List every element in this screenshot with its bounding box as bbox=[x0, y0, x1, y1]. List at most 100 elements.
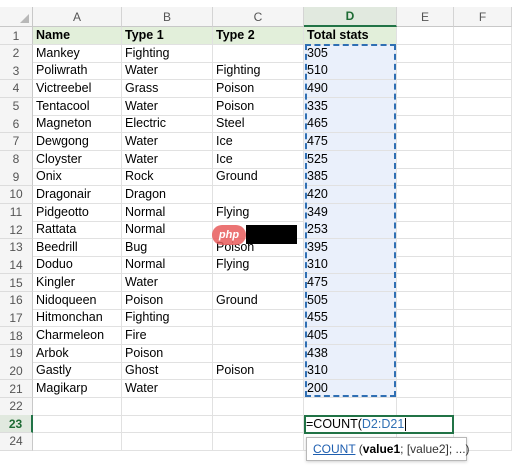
cell-d14[interactable]: 310 bbox=[304, 256, 397, 275]
cell-f14[interactable] bbox=[454, 256, 512, 275]
cell-f22[interactable] bbox=[454, 397, 512, 416]
cell-c2[interactable] bbox=[213, 44, 304, 63]
cell-f2[interactable] bbox=[454, 44, 512, 63]
cell-b3[interactable]: Water bbox=[122, 62, 213, 81]
row-header-24[interactable]: 24 bbox=[0, 432, 33, 451]
cell-c20[interactable]: Poison bbox=[213, 362, 304, 381]
cell-e1[interactable] bbox=[397, 27, 454, 45]
cell-d7[interactable]: 475 bbox=[304, 132, 397, 151]
cell-e2[interactable] bbox=[397, 44, 454, 63]
column-header-e[interactable]: E bbox=[397, 7, 454, 27]
cell-c21[interactable] bbox=[213, 380, 304, 398]
cell-d18[interactable]: 405 bbox=[304, 327, 397, 346]
row-header-1[interactable]: 1 bbox=[0, 27, 33, 45]
cell-c19[interactable] bbox=[213, 344, 304, 363]
row-header-11[interactable]: 11 bbox=[0, 203, 33, 222]
row-header-20[interactable]: 20 bbox=[0, 362, 33, 381]
cell-e17[interactable] bbox=[397, 309, 454, 328]
cell-a24[interactable] bbox=[33, 432, 122, 451]
cell-f21[interactable] bbox=[454, 380, 512, 398]
row-header-13[interactable]: 13 bbox=[0, 238, 33, 257]
cell-d15[interactable]: 475 bbox=[304, 274, 397, 293]
cell-f8[interactable] bbox=[454, 150, 512, 169]
cell-f10[interactable] bbox=[454, 185, 512, 204]
cell-a9[interactable]: Onix bbox=[33, 168, 122, 187]
cell-f18[interactable] bbox=[454, 327, 512, 346]
row-header-21[interactable]: 21 bbox=[0, 380, 33, 398]
cell-d22[interactable] bbox=[304, 397, 397, 416]
cell-b8[interactable]: Water bbox=[122, 150, 213, 169]
cell-e5[interactable] bbox=[397, 97, 454, 116]
cell-d9[interactable]: 385 bbox=[304, 168, 397, 187]
cell-b14[interactable]: Normal bbox=[122, 256, 213, 275]
row-header-3[interactable]: 3 bbox=[0, 62, 33, 81]
cell-b10[interactable]: Dragon bbox=[122, 185, 213, 204]
cell-c1[interactable]: Type 2 bbox=[213, 27, 304, 45]
cell-a2[interactable]: Mankey bbox=[33, 44, 122, 63]
row-header-7[interactable]: 7 bbox=[0, 132, 33, 151]
cell-a14[interactable]: Doduo bbox=[33, 256, 122, 275]
cell-e15[interactable] bbox=[397, 274, 454, 293]
cell-b4[interactable]: Grass bbox=[122, 79, 213, 98]
cell-e12[interactable] bbox=[397, 221, 454, 240]
cell-b20[interactable]: Ghost bbox=[122, 362, 213, 381]
cell-c14[interactable]: Flying bbox=[213, 256, 304, 275]
cell-d1[interactable]: Total stats bbox=[304, 27, 397, 45]
cell-a13[interactable]: Beedrill bbox=[33, 238, 122, 257]
cell-d20[interactable]: 310 bbox=[304, 362, 397, 381]
cell-f16[interactable] bbox=[454, 291, 512, 310]
cell-d17[interactable]: 455 bbox=[304, 309, 397, 328]
cell-a18[interactable]: Charmeleon bbox=[33, 327, 122, 346]
cell-e19[interactable] bbox=[397, 344, 454, 363]
cell-f4[interactable] bbox=[454, 79, 512, 98]
row-header-5[interactable]: 5 bbox=[0, 97, 33, 116]
cell-c5[interactable]: Poison bbox=[213, 97, 304, 116]
cell-c22[interactable] bbox=[213, 397, 304, 416]
cell-a17[interactable]: Hitmonchan bbox=[33, 309, 122, 328]
cell-a15[interactable]: Kingler bbox=[33, 274, 122, 293]
cell-f23[interactable] bbox=[454, 415, 512, 434]
cell-f1[interactable] bbox=[454, 27, 512, 45]
row-header-10[interactable]: 10 bbox=[0, 185, 33, 204]
cell-e11[interactable] bbox=[397, 203, 454, 222]
cell-c9[interactable]: Ground bbox=[213, 168, 304, 187]
cell-b5[interactable]: Water bbox=[122, 97, 213, 116]
cell-b21[interactable]: Water bbox=[122, 380, 213, 398]
cell-b15[interactable]: Water bbox=[122, 274, 213, 293]
select-all-corner[interactable] bbox=[0, 7, 33, 27]
cell-b6[interactable]: Electric bbox=[122, 115, 213, 134]
cell-a8[interactable]: Cloyster bbox=[33, 150, 122, 169]
cell-d19[interactable]: 438 bbox=[304, 344, 397, 363]
row-header-14[interactable]: 14 bbox=[0, 256, 33, 275]
cell-d21[interactable]: 200 bbox=[304, 380, 397, 398]
row-header-2[interactable]: 2 bbox=[0, 44, 33, 63]
row-header-22[interactable]: 22 bbox=[0, 397, 33, 416]
cell-c10[interactable] bbox=[213, 185, 304, 204]
cell-a11[interactable]: Pidgeotto bbox=[33, 203, 122, 222]
cell-a1[interactable]: Name bbox=[33, 27, 122, 45]
cell-f19[interactable] bbox=[454, 344, 512, 363]
cell-b17[interactable]: Fighting bbox=[122, 309, 213, 328]
cell-e4[interactable] bbox=[397, 79, 454, 98]
cell-a16[interactable]: Nidoqueen bbox=[33, 291, 122, 310]
cell-b11[interactable]: Normal bbox=[122, 203, 213, 222]
cell-d5[interactable]: 335 bbox=[304, 97, 397, 116]
cell-d3[interactable]: 510 bbox=[304, 62, 397, 81]
column-header-a[interactable]: A bbox=[33, 7, 122, 27]
cell-b2[interactable]: Fighting bbox=[122, 44, 213, 63]
cell-c4[interactable]: Poison bbox=[213, 79, 304, 98]
cell-c6[interactable]: Steel bbox=[213, 115, 304, 134]
cell-a20[interactable]: Gastly bbox=[33, 362, 122, 381]
cell-a5[interactable]: Tentacool bbox=[33, 97, 122, 116]
cell-d6[interactable]: 465 bbox=[304, 115, 397, 134]
cell-c7[interactable]: Ice bbox=[213, 132, 304, 151]
cell-f20[interactable] bbox=[454, 362, 512, 381]
cell-b23[interactable] bbox=[122, 415, 213, 434]
cell-f12[interactable] bbox=[454, 221, 512, 240]
row-header-8[interactable]: 8 bbox=[0, 150, 33, 169]
cell-e8[interactable] bbox=[397, 150, 454, 169]
column-header-b[interactable]: B bbox=[122, 7, 213, 27]
cell-a23[interactable] bbox=[33, 415, 122, 434]
cell-c15[interactable] bbox=[213, 274, 304, 293]
cell-b16[interactable]: Poison bbox=[122, 291, 213, 310]
